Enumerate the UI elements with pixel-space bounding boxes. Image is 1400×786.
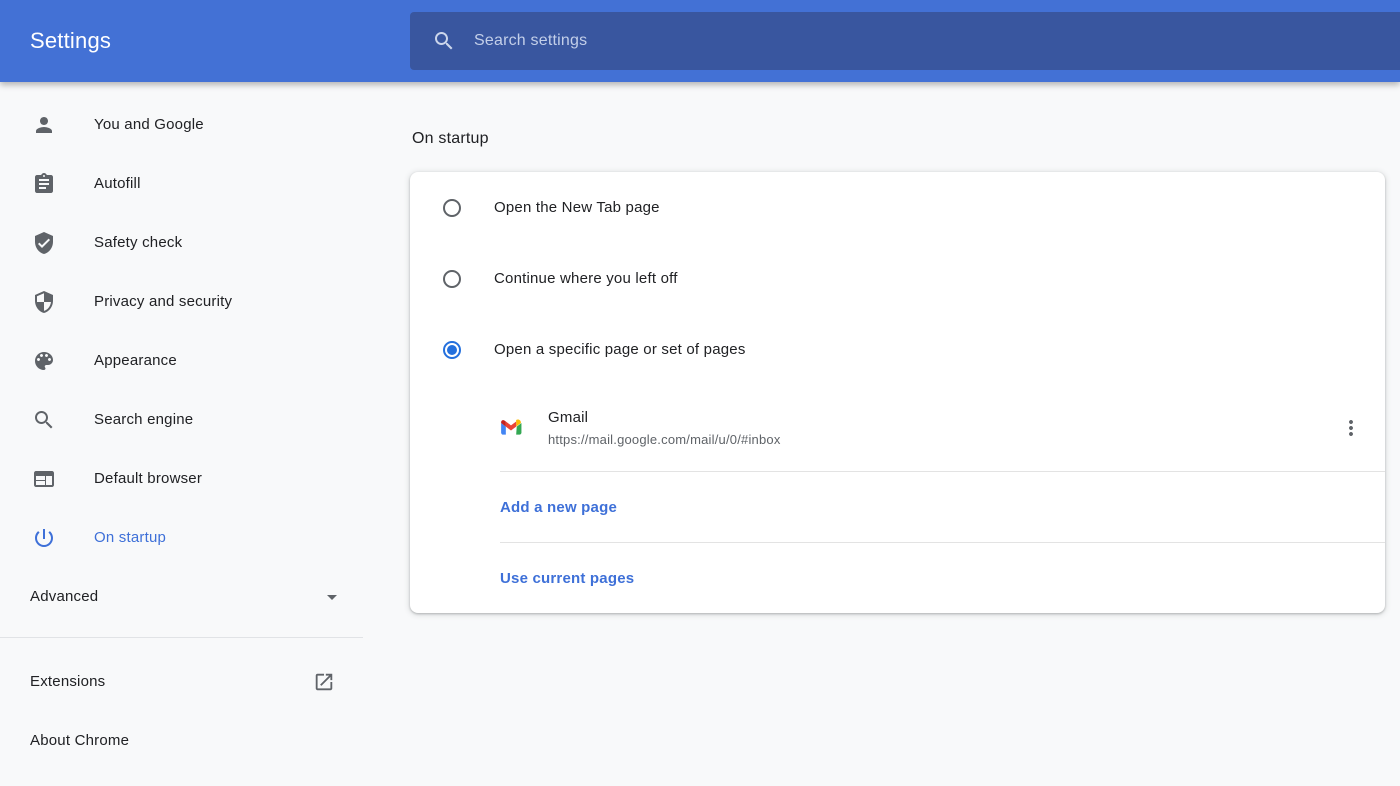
search-icon [435, 32, 453, 50]
more-actions-button[interactable] [1333, 410, 1369, 446]
option-continue-where-left-off[interactable]: Continue where you left off [410, 243, 1385, 314]
sidebar-item-label: Default browser [94, 470, 203, 487]
sidebar-advanced-toggle[interactable]: Advanced [0, 567, 410, 626]
palette-icon [35, 351, 53, 370]
option-open-specific-pages[interactable]: Open a specific page or set of pages [410, 314, 1385, 385]
sidebar-divider [0, 637, 363, 638]
clipboard-icon [35, 172, 53, 193]
startup-page-url: https://mail.google.com/mail/u/0/#inbox [548, 432, 781, 447]
sidebar-item-you-and-google[interactable]: You and Google [0, 95, 410, 154]
on-startup-card: Open the New Tab page Continue where you… [410, 172, 1385, 613]
sidebar-item-search-engine[interactable]: Search engine [0, 390, 410, 449]
option-label: Continue where you left off [494, 270, 678, 287]
sidebar-item-autofill[interactable]: Autofill [0, 154, 410, 213]
startup-page-info: Gmail https://mail.google.com/mail/u/0/#… [548, 409, 781, 447]
chevron-down-icon [327, 594, 337, 600]
power-icon [35, 528, 53, 547]
shield-check-icon [35, 231, 53, 254]
chrome-settings-page: Settings You and Google Autofill Safety … [0, 0, 1400, 786]
section-heading: On startup [412, 130, 489, 147]
page-title: Settings [30, 28, 112, 53]
sidebar-item-safety-check[interactable]: Safety check [0, 213, 410, 272]
sidebar-item-label: Appearance [94, 352, 177, 369]
main-panel: On startup Open the New Tab page Continu… [410, 82, 1400, 786]
sidebar-item-on-startup[interactable]: On startup [0, 508, 410, 567]
startup-page-row: Gmail https://mail.google.com/mail/u/0/#… [410, 385, 1385, 471]
extensions-label: Extensions [30, 673, 106, 690]
content-area: You and Google Autofill Safety check Pri… [0, 82, 1400, 786]
use-current-pages-row: Use current pages [410, 543, 1385, 613]
sidebar-item-label: Safety check [94, 234, 183, 251]
magnifier-icon [35, 410, 53, 428]
option-label: Open the New Tab page [494, 199, 660, 216]
option-label: Open a specific page or set of pages [494, 341, 746, 358]
sidebar-item-label: Autofill [94, 175, 141, 192]
startup-page-title: Gmail [548, 409, 589, 426]
sidebar-item-extensions[interactable]: Extensions [0, 652, 410, 711]
shield-half-icon [35, 290, 53, 313]
radio-button[interactable] [443, 198, 461, 217]
sidebar-item-privacy-security[interactable]: Privacy and security [0, 272, 410, 331]
use-current-pages-button[interactable]: Use current pages [500, 570, 634, 587]
more-vert-icon [1349, 420, 1353, 436]
sidebar-item-label: Search engine [94, 411, 194, 428]
sidebar-item-about-chrome[interactable]: About Chrome [0, 711, 410, 770]
search-area [410, 0, 1400, 82]
open-in-new-icon [315, 673, 333, 690]
header-toolbar: Settings [0, 0, 1400, 82]
sidebar-item-label: On startup [94, 529, 167, 546]
add-new-page-button[interactable]: Add a new page [500, 499, 617, 516]
gmail-icon [501, 419, 522, 435]
sidebar-item-label: Privacy and security [94, 293, 233, 310]
sidebar-item-default-browser[interactable]: Default browser [0, 449, 410, 508]
advanced-label: Advanced [30, 588, 99, 605]
radio-button-selected[interactable] [443, 340, 461, 359]
about-chrome-label: About Chrome [30, 732, 130, 749]
search-input[interactable] [474, 32, 1400, 50]
search-box [410, 12, 1400, 70]
browser-window-icon [34, 470, 54, 487]
person-icon [36, 116, 52, 133]
radio-button[interactable] [443, 269, 461, 288]
add-new-page-row: Add a new page [410, 472, 1385, 542]
option-open-new-tab[interactable]: Open the New Tab page [410, 172, 1385, 243]
settings-sidebar: You and Google Autofill Safety check Pri… [0, 82, 410, 786]
sidebar-item-appearance[interactable]: Appearance [0, 331, 410, 390]
sidebar-item-label: You and Google [94, 116, 204, 133]
header-left: Settings [0, 0, 410, 82]
